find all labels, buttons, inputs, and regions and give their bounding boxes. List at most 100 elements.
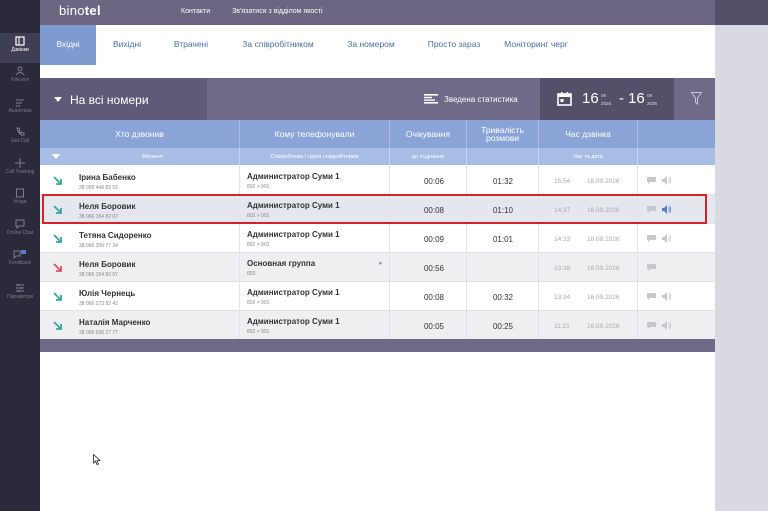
wait-time: 00:56 bbox=[423, 264, 445, 273]
sort-arrow-icon[interactable] bbox=[52, 154, 60, 159]
sidebar-item-feedback[interactable]: Feedback bbox=[0, 246, 40, 276]
employee-name: Основная группа bbox=[247, 259, 316, 268]
speaker-icon[interactable] bbox=[662, 234, 672, 243]
table-row[interactable]: Тетяна Сидоренко 38 066 306 77 34 Админи… bbox=[40, 224, 715, 253]
filter-icon[interactable] bbox=[691, 92, 702, 105]
speaker-icon[interactable] bbox=[662, 176, 672, 185]
logo[interactable]: binotel bbox=[59, 3, 101, 18]
speaker-icon[interactable] bbox=[662, 292, 672, 301]
crosshair-icon bbox=[15, 158, 25, 168]
cell-caller bbox=[40, 311, 240, 340]
number-selector[interactable]: На всі номери bbox=[40, 78, 207, 120]
dropdown-arrow-icon bbox=[54, 97, 62, 102]
call-time: 11:21 bbox=[554, 323, 570, 330]
sidebar-item-label: Клієнти bbox=[11, 77, 29, 83]
sidebar-item-calls[interactable]: Дзвінки bbox=[0, 33, 40, 63]
speaker-icon[interactable] bbox=[662, 321, 672, 330]
summary-stats-label: Зведена статистика bbox=[444, 95, 518, 104]
sidebar-item-label: Get Call bbox=[10, 138, 30, 144]
subcolumn-called: Співробітник / група співробітників bbox=[240, 148, 390, 165]
comment-icon[interactable] bbox=[647, 322, 656, 329]
logo-prefix: bino bbox=[59, 3, 85, 18]
date-to-month: 09 bbox=[647, 93, 653, 98]
employee-name: Администратор Суми 1 bbox=[247, 317, 340, 326]
subcolumn-duration bbox=[467, 148, 539, 165]
call-time: 15:54 bbox=[554, 178, 571, 185]
sidebar-item-label: Online Chat bbox=[6, 230, 34, 236]
date-range-picker[interactable]: 16 09 2026 - 16 09 2026 bbox=[540, 78, 674, 120]
analytics-icon bbox=[16, 99, 24, 107]
call-duration: 01:01 bbox=[492, 235, 514, 244]
sidebar-item-analytics[interactable]: Аналітика bbox=[0, 94, 40, 124]
sidebar-item-clients[interactable]: Клієнти bbox=[0, 63, 40, 93]
table-row[interactable]: Наталія Марченко 38 066 936 27 77 Админи… bbox=[40, 311, 715, 340]
sidebar-item-settings[interactable]: Параметри bbox=[0, 280, 40, 310]
sidebar-item-deals[interactable]: Угоди bbox=[0, 185, 40, 215]
table-footer bbox=[40, 339, 715, 352]
right-panel bbox=[715, 25, 768, 511]
date-to-year: 2026 bbox=[647, 101, 658, 106]
feedback-icon bbox=[13, 250, 26, 259]
comment-icon[interactable] bbox=[647, 235, 656, 242]
tab-by-number[interactable]: За номером bbox=[332, 25, 410, 65]
cell-caller bbox=[40, 224, 240, 253]
tab-right-now[interactable]: Просто зараз bbox=[410, 25, 498, 65]
employee-extension: 802 > 901 bbox=[247, 184, 270, 190]
date-to-day: 16 bbox=[628, 90, 645, 107]
tab-by-employee[interactable]: За співробітником bbox=[224, 25, 332, 65]
date-separator: - bbox=[619, 90, 624, 107]
stats-icon bbox=[424, 94, 438, 104]
call-date: 16.09.2026 bbox=[587, 178, 620, 185]
filter-header: На всі номери Зведена статистика 16 09 2… bbox=[40, 78, 715, 120]
sidebar-item-label: Параметри bbox=[7, 294, 33, 300]
settings-icon bbox=[16, 284, 24, 292]
sidebar-item-label: Call Tracking bbox=[5, 169, 35, 175]
table-row[interactable]: Ірина Бабенко 38 095 448 83 52 Администр… bbox=[40, 166, 715, 195]
table-subheader: Абонент Співробітник / група співробітни… bbox=[40, 148, 715, 165]
wait-time: 00:06 bbox=[423, 177, 445, 186]
sidebar: Дзвінки Клієнти Аналітика Get Call Call … bbox=[0, 0, 40, 511]
tab-queue-monitoring[interactable]: Моніторинг черг bbox=[498, 25, 574, 65]
employee-extension: 802 > 901 bbox=[247, 242, 270, 248]
date-from-day: 16 bbox=[582, 90, 599, 107]
contacts-link[interactable]: Контакти bbox=[181, 8, 210, 15]
comment-icon[interactable] bbox=[647, 177, 656, 184]
column-call-time: Час дзвінка bbox=[539, 120, 638, 148]
tab-incoming[interactable]: Вхідні bbox=[40, 25, 96, 65]
sidebar-item-online-chat[interactable]: Online Chat bbox=[0, 216, 40, 246]
sidebar-item-call-tracking[interactable]: Call Tracking bbox=[0, 155, 40, 185]
employee-extension: 802 > 901 bbox=[247, 329, 270, 335]
sidebar-item-get-call[interactable]: Get Call bbox=[0, 124, 40, 154]
table-header: Хто дзвонив Кому телефонували Очікування… bbox=[40, 120, 715, 148]
sidebar-item-label: Аналітика bbox=[8, 108, 32, 114]
cell-caller bbox=[40, 166, 240, 195]
subcolumn-caller: Абонент bbox=[66, 148, 240, 165]
call-time: 13:34 bbox=[554, 294, 571, 301]
top-links: Контакти Зв'язатися з відділом якості bbox=[181, 8, 343, 15]
chevron-right-icon[interactable]: ▸ bbox=[379, 259, 383, 267]
comment-icon[interactable] bbox=[647, 264, 656, 271]
quality-contact-link[interactable]: Зв'язатися з відділом якості bbox=[232, 8, 322, 15]
subcolumn-time: Час та дата bbox=[539, 148, 638, 165]
table-row[interactable]: Неля Боровик 38 066 154 82 07 Основная г… bbox=[40, 253, 715, 282]
table-row[interactable]: Юлія Чернець 38 066 273 82 42 Администра… bbox=[40, 282, 715, 311]
tab-outgoing[interactable]: Вихідні bbox=[96, 25, 158, 65]
employee-name: Администратор Суми 1 bbox=[247, 230, 340, 239]
column-waiting: Очікування bbox=[390, 120, 467, 148]
top-bar-main bbox=[40, 0, 715, 25]
app-window: Дзвінки Клієнти Аналітика Get Call Call … bbox=[0, 0, 768, 511]
employee-name: Администратор Суми 1 bbox=[247, 288, 340, 297]
sidebar-item-label: Feedback bbox=[9, 260, 31, 266]
subcolumn-waiting: до з'єднання bbox=[390, 148, 467, 165]
call-time: 14:33 bbox=[554, 236, 571, 243]
call-date: 16.09.2026 bbox=[587, 294, 620, 301]
comment-icon[interactable] bbox=[647, 293, 656, 300]
summary-stats-button[interactable]: Зведена статистика bbox=[424, 94, 518, 104]
person-icon bbox=[15, 66, 25, 76]
employee-name: Администратор Суми 1 bbox=[247, 172, 340, 181]
column-caller: Хто дзвонив bbox=[40, 120, 240, 148]
sidebar-item-label: Дзвінки bbox=[11, 47, 29, 53]
tab-missed[interactable]: Втрачені bbox=[158, 25, 224, 65]
call-date: 16.09.2026 bbox=[587, 323, 620, 330]
date-from-month: 09 bbox=[601, 93, 607, 98]
